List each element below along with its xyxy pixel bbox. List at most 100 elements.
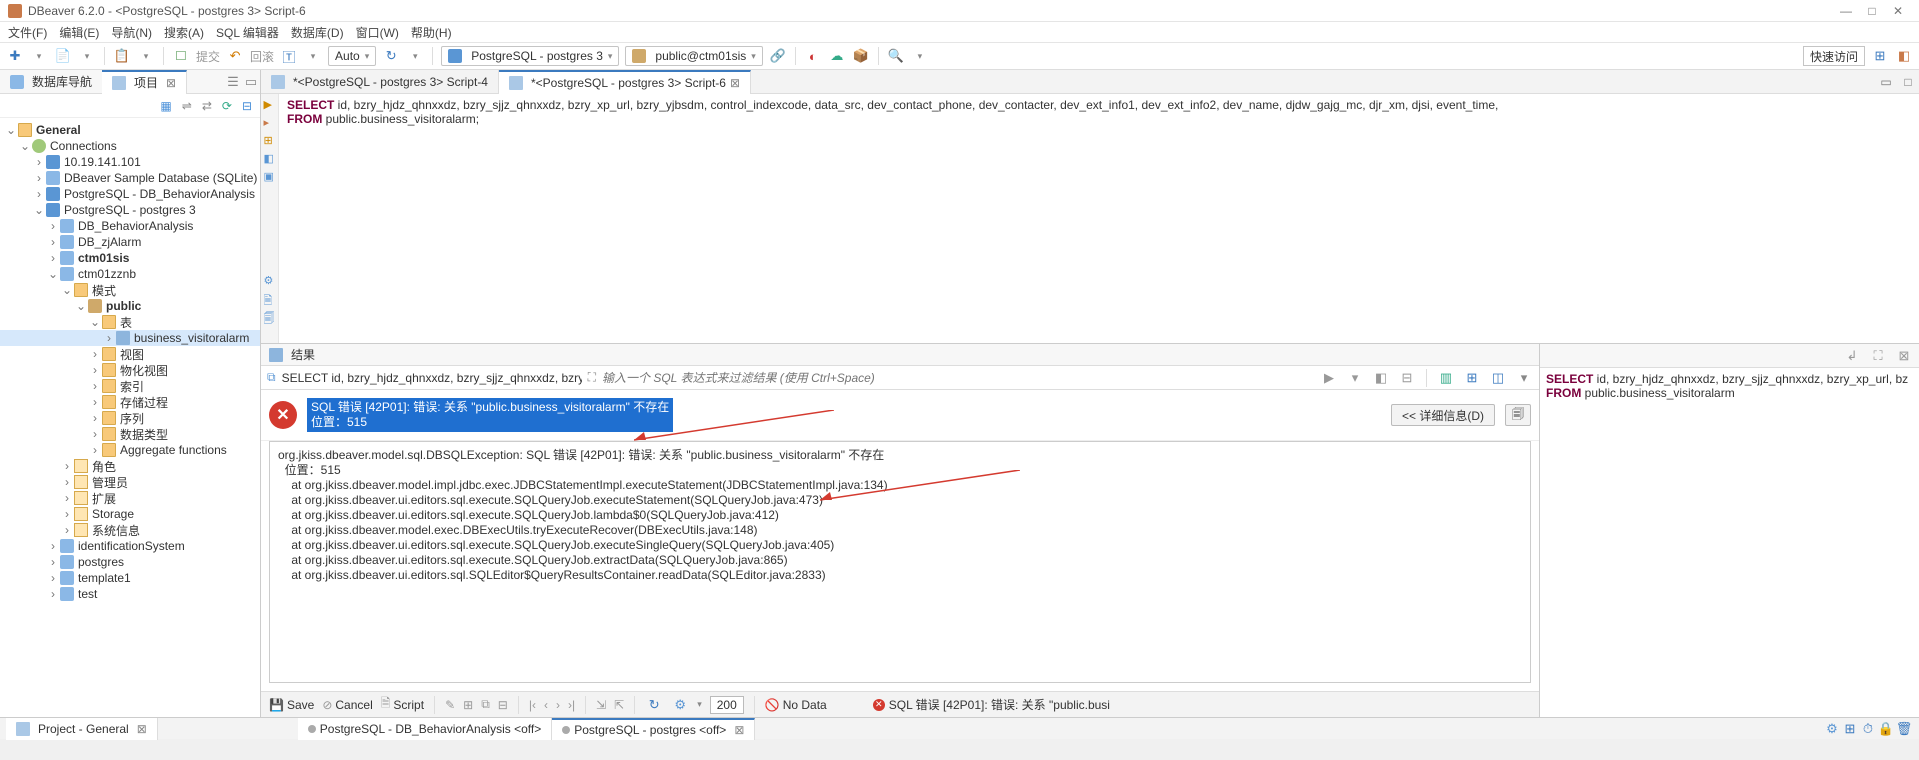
gear-icon[interactable]: ⚙ (1823, 720, 1841, 738)
tree-item[interactable]: 扩展 (92, 490, 116, 507)
grid-icon[interactable]: ⊞ (1463, 369, 1481, 387)
tree-item[interactable]: template1 (78, 571, 131, 585)
maximize-btn[interactable]: □ (1859, 4, 1885, 18)
cancel-button[interactable]: ⊘ Cancel (322, 698, 372, 712)
rollback-icon[interactable]: ↶ (226, 47, 244, 65)
new-conn-icon[interactable]: ✚ (6, 47, 24, 65)
new-icon[interactable]: ▦ (160, 99, 171, 113)
script-icon[interactable]: 📋 (113, 47, 131, 65)
result-tab[interactable]: 结果 (291, 346, 315, 363)
tree-item[interactable]: DB_BehaviorAnalysis (78, 219, 193, 233)
menu-edit[interactable]: 编辑(E) (59, 24, 99, 41)
collapse-icon[interactable]: ⊟ (242, 99, 252, 113)
first-icon[interactable]: ▶ (1320, 369, 1338, 387)
tree-item[interactable]: 模式 (92, 282, 116, 299)
search-icon[interactable]: 🔍 (887, 47, 905, 65)
wrap-icon[interactable]: ↲ (1843, 347, 1861, 365)
grid-icon[interactable]: ⊞ (1841, 720, 1859, 738)
prev-page-icon[interactable]: ‹ (544, 698, 548, 712)
project-tree[interactable]: ⌄General ⌄Connections ›10.19.141.101 ›DB… (0, 118, 260, 717)
tree-item[interactable]: 存储过程 (120, 394, 168, 411)
close-btn[interactable]: ✕ (1885, 4, 1911, 18)
maximize-icon[interactable]: □ (1897, 75, 1919, 89)
status-tab[interactable]: PostgreSQL - postgres <off>⊠ (552, 718, 755, 740)
trash-icon[interactable]: 🗑 (1895, 720, 1913, 738)
sql-editor[interactable]: SELECT id, bzry_hjdz_qhnxxdz, bzry_sjjz_… (279, 94, 1919, 343)
max-icon[interactable]: ⛶ (1869, 347, 1887, 365)
script-button[interactable]: 🗎 Script (381, 694, 424, 715)
menu-icon[interactable]: ☰ (224, 73, 242, 91)
tree-item[interactable]: Storage (92, 507, 134, 521)
status-tab[interactable]: Project - General⊠ (6, 718, 158, 740)
quick-access[interactable]: 快速访问 (1803, 46, 1865, 66)
run-sel-icon[interactable]: ⊞ (264, 134, 276, 146)
tool-icon[interactable]: 📦 (852, 47, 870, 65)
clock-icon[interactable]: ⏱ (1859, 720, 1877, 738)
export-icon[interactable]: ⇲ (596, 698, 606, 712)
close-icon[interactable]: ⊠ (1895, 347, 1913, 365)
tree-item[interactable]: 系统信息 (92, 522, 140, 539)
menu-window[interactable]: 窗口(W) (356, 24, 399, 41)
doc-icon[interactable]: 🗎 (264, 292, 276, 304)
tree-item[interactable]: DB_zjAlarm (78, 235, 141, 249)
add-icon[interactable]: ⊞ (463, 698, 473, 712)
expand-icon[interactable]: ⛶ (588, 370, 596, 385)
tree-item[interactable]: 角色 (92, 458, 116, 475)
menu-sql[interactable]: SQL 编辑器 (216, 24, 279, 41)
menu-help[interactable]: 帮助(H) (411, 24, 452, 41)
tree-item[interactable]: ctm01zznb (78, 267, 136, 281)
next-page-icon[interactable]: › (556, 698, 560, 712)
tree-item[interactable]: 物化视图 (120, 362, 168, 379)
refresh-icon[interactable]: ⟳ (222, 99, 232, 113)
history-icon[interactable]: ◧ (1372, 369, 1390, 387)
lock-icon[interactable]: 🔒 (1877, 720, 1895, 738)
dup-icon[interactable]: ⧉ (481, 697, 490, 712)
first-page-icon[interactable]: |‹ (529, 698, 536, 712)
tab-db-nav[interactable]: 数据库导航 (0, 70, 102, 94)
gear-icon[interactable]: ⚙ (264, 274, 276, 286)
stop-icon[interactable]: ▣ (264, 170, 276, 182)
minimize-icon[interactable]: ▭ (242, 73, 260, 91)
tree-item[interactable]: 10.19.141.101 (64, 155, 141, 169)
dropdown-icon[interactable]: ▾ (406, 47, 424, 65)
dropdown-icon[interactable]: ▾ (304, 47, 322, 65)
copy-error-button[interactable]: 🗐 (1505, 404, 1531, 426)
status-tab[interactable]: PostgreSQL - DB_BehaviorAnalysis <off> (298, 718, 552, 740)
detail-button[interactable]: << 详细信息(D) (1391, 404, 1495, 426)
schema-select[interactable]: public@ctm01sis▾ (625, 46, 762, 66)
minimize-icon[interactable]: ▭ (1875, 75, 1897, 89)
gear-icon[interactable]: ⚙ (671, 696, 689, 714)
prev-icon[interactable]: ▾ (1346, 369, 1364, 387)
save-button[interactable]: 💾 Save (269, 698, 314, 712)
panel2-icon[interactable]: ▾ (1515, 369, 1533, 387)
close-icon[interactable]: ⊠ (730, 76, 740, 90)
filter-icon[interactable]: ⇌ (182, 99, 192, 113)
tree-item[interactable]: ctm01sis (78, 251, 129, 265)
dropdown-icon[interactable]: ▾ (30, 47, 48, 65)
dropdown-icon[interactable]: ▾ (911, 47, 929, 65)
bar-icon[interactable]: ▥ (1437, 369, 1455, 387)
dropdown-icon[interactable]: ▾ (137, 47, 155, 65)
row-count-input[interactable] (710, 696, 744, 714)
doc2-icon[interactable]: 🗐 (264, 310, 276, 322)
menu-db[interactable]: 数据库(D) (291, 24, 344, 41)
explain-icon[interactable]: ◧ (264, 152, 276, 164)
run-icon[interactable]: ▶ (264, 98, 276, 110)
filter2-icon[interactable]: ⇄ (202, 99, 212, 113)
tree-item[interactable]: PostgreSQL - DB_BehaviorAnalysis (64, 187, 255, 201)
del-icon[interactable]: ⊟ (498, 698, 508, 712)
edit-icon[interactable]: ✎ (445, 698, 455, 712)
panel-icon[interactable]: ◫ (1489, 369, 1507, 387)
connection-select[interactable]: PostgreSQL - postgres 3▾ (441, 46, 619, 66)
tree-item[interactable]: 数据类型 (120, 426, 168, 443)
tree-item[interactable]: 索引 (120, 378, 144, 395)
stack-trace[interactable]: org.jkiss.dbeaver.model.sql.DBSQLExcepti… (269, 441, 1531, 683)
import-icon[interactable]: ⇱ (614, 698, 624, 712)
close-icon[interactable]: ⊠ (166, 76, 176, 90)
commit-icon[interactable]: 🞎 (172, 47, 190, 65)
tree-general[interactable]: General (36, 123, 81, 137)
run-script-icon[interactable]: ▸ (264, 116, 276, 128)
refresh-icon[interactable]: ↻ (645, 696, 663, 714)
tree-connections[interactable]: Connections (50, 139, 117, 153)
tree-item[interactable]: 序列 (120, 410, 144, 427)
